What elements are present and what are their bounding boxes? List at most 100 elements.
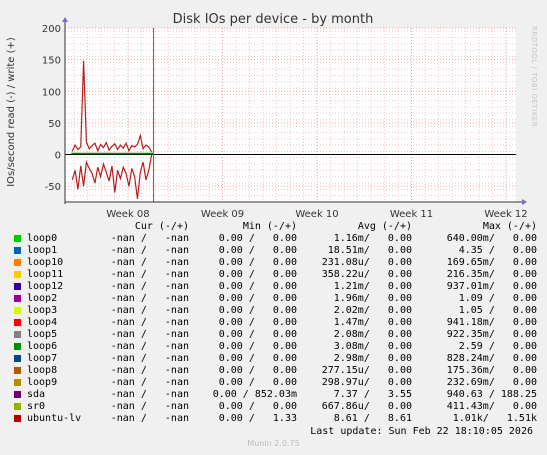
min-value: 0.00 / 0.00: [218, 341, 297, 352]
cur-value: -nan / -nan: [110, 233, 189, 244]
y-tick-label: -50: [45, 182, 61, 193]
cur-value: -nan / -nan: [110, 413, 189, 424]
device-name: loop6: [27, 341, 58, 352]
legend-swatch: [14, 283, 21, 290]
min-value: 0.00 / 0.00: [218, 269, 297, 280]
cur-value: -nan / -nan: [110, 401, 189, 412]
cur-value: -nan / -nan: [110, 329, 189, 340]
legend-swatch: [14, 271, 21, 278]
legend-row: ubuntu-lv -nan / -nan 0.00 / 1.33 8.61 / 8.…: [10, 413, 540, 425]
max-value: 175.36m/ 0.00: [446, 365, 537, 376]
header-avg: Avg (-/+): [357, 221, 412, 232]
device-name: loop7: [27, 353, 58, 364]
legend-row: loop5 -nan / -nan 0.00 / 0.00 2.08m/ 0.00 92…: [10, 329, 540, 341]
device-name: loop0: [27, 233, 58, 244]
y-tick-label: 150: [42, 56, 61, 67]
max-value: 940.63 / 188.25: [446, 389, 537, 400]
x-tick-label: Week 12: [484, 209, 527, 220]
cur-value: -nan / -nan: [110, 257, 189, 268]
min-value: 0.00 / 0.00: [218, 401, 297, 412]
avg-value: 8.61 / 8.61: [333, 413, 412, 424]
x-axis-arrow: [522, 199, 527, 205]
x-tick-label: Week 08: [106, 209, 149, 220]
legend-row: loop7 -nan / -nan 0.00 / 0.00 2.98m/ 0.00 82…: [10, 353, 540, 365]
chart-title: Disk IOs per device - by month: [173, 12, 374, 27]
legend-row: loop2 -nan / -nan 0.00 / 0.00 1.96m/ 0.00 1.…: [10, 293, 540, 305]
max-value: 232.69m/ 0.00: [446, 377, 537, 388]
max-value: 1.09 / 0.00: [458, 293, 537, 304]
x-tick-label: Week 09: [201, 209, 244, 220]
legend-row: sda -nan / -nan 0.00 / 852.03m 7.37 / 3.55 9…: [10, 389, 540, 401]
legend-row: loop12 -nan / -nan 0.00 / 0.00 1.21m/ 0.00 9…: [10, 281, 540, 293]
max-value: 937.01m/ 0.00: [446, 281, 537, 292]
avg-value: 1.96m/ 0.00: [333, 293, 412, 304]
device-name: loop2: [27, 293, 58, 304]
legend-row: loop0 -nan / -nan 0.00 / 0.00 1.16m/ 0.00 64…: [10, 233, 540, 245]
legend-swatch: [14, 379, 21, 386]
avg-value: 2.02m/ 0.00: [333, 305, 412, 316]
legend-row: loop11 -nan / -nan 0.00 / 0.00 358.22u/ 0.0…: [10, 269, 540, 281]
max-value: 169.65m/ 0.00: [446, 257, 537, 268]
legend-row: loop6 -nan / -nan 0.00 / 0.00 3.08m/ 0.00 2.…: [10, 341, 540, 353]
device-name: loop1: [27, 245, 58, 256]
cur-value: -nan / -nan: [110, 305, 189, 316]
avg-value: 358.22u/ 0.00: [321, 269, 412, 280]
min-value: 0.00 / 0.00: [218, 329, 297, 340]
header-cur: Cur (-/+): [134, 221, 189, 232]
legend-swatch: [14, 391, 21, 398]
device-name: sda: [27, 389, 46, 400]
legend-swatch: [14, 343, 21, 350]
cur-value: -nan / -nan: [110, 281, 189, 292]
header-max: Max (-/+): [482, 221, 537, 232]
min-value: 0.00 / 0.00: [218, 365, 297, 376]
legend-swatch: [14, 415, 21, 422]
last-update: Last update: Sun Feb 22 18:10:05 2026: [310, 426, 533, 437]
cur-value: -nan / -nan: [110, 245, 189, 256]
avg-value: 1.21m/ 0.00: [333, 281, 412, 292]
cur-value: -nan / -nan: [110, 353, 189, 364]
device-name: loop3: [27, 305, 58, 316]
y-tick-label: 100: [42, 87, 61, 98]
cur-value: -nan / -nan: [110, 293, 189, 304]
max-value: 216.35m/ 0.00: [446, 269, 537, 280]
legend-row: sr0 -nan / -nan 0.00 / 0.00 667.86u/ 0.00 41…: [10, 401, 540, 413]
device-name: loop4: [27, 317, 58, 328]
max-value: 1.05 / 0.00: [458, 305, 537, 316]
avg-value: 7.37 / 3.55: [333, 389, 412, 400]
min-value: 0.00 / 0.00: [218, 353, 297, 364]
cur-value: -nan / -nan: [110, 317, 189, 328]
min-value: 0.00 / 852.03m: [212, 389, 297, 400]
y-tick-label: 0: [55, 151, 61, 162]
legend-swatch: [14, 403, 21, 410]
device-name: loop10: [27, 257, 64, 268]
legend-row: loop4 -nan / -nan 0.00 / 0.00 1.47m/ 0.00 94…: [10, 317, 540, 329]
avg-value: 277.15u/ 0.00: [321, 365, 412, 376]
cur-value: -nan / -nan: [110, 377, 189, 388]
cur-value: -nan / -nan: [110, 341, 189, 352]
device-name: loop12: [27, 281, 64, 292]
avg-value: 298.97u/ 0.00: [321, 377, 412, 388]
legend-swatch: [14, 235, 21, 242]
legend-swatch: [14, 331, 21, 338]
plot-area: -50 0 50 100 150 200 Week 08 Week 09 Week 10 Week…: [42, 17, 528, 220]
device-name: loop9: [27, 377, 58, 388]
legend-swatch: [14, 247, 21, 254]
min-value: 0.00 / 0.00: [218, 233, 297, 244]
max-value: 411.43m/ 0.00: [446, 401, 537, 412]
cur-value: -nan / -nan: [110, 269, 189, 280]
legend-header-row: Cur (-/+) Min (-/+) Avg (-/+) Max (-/+): [10, 221, 540, 233]
min-value: 0.00 / 0.00: [218, 377, 297, 388]
avg-value: 231.08u/ 0.00: [321, 257, 412, 268]
device-name: loop5: [27, 329, 58, 340]
legend-row: loop3 -nan / -nan 0.00 / 0.00 2.02m/ 0.00 1.…: [10, 305, 540, 317]
max-value: 640.00m/ 0.00: [446, 233, 537, 244]
avg-value: 18.51m/ 0.00: [327, 245, 412, 256]
cur-value: -nan / -nan: [110, 389, 189, 400]
min-value: 0.00 / 1.33: [218, 413, 297, 424]
max-value: 4.35 / 0.00: [458, 245, 537, 256]
avg-value: 667.86u/ 0.00: [321, 401, 412, 412]
y-axis-label: IOs/second read (-) / write (+): [6, 37, 17, 187]
device-name: ubuntu-lv: [27, 413, 82, 424]
min-value: 0.00 / 0.00: [218, 245, 297, 256]
x-tick-label: Week 11: [390, 209, 433, 220]
